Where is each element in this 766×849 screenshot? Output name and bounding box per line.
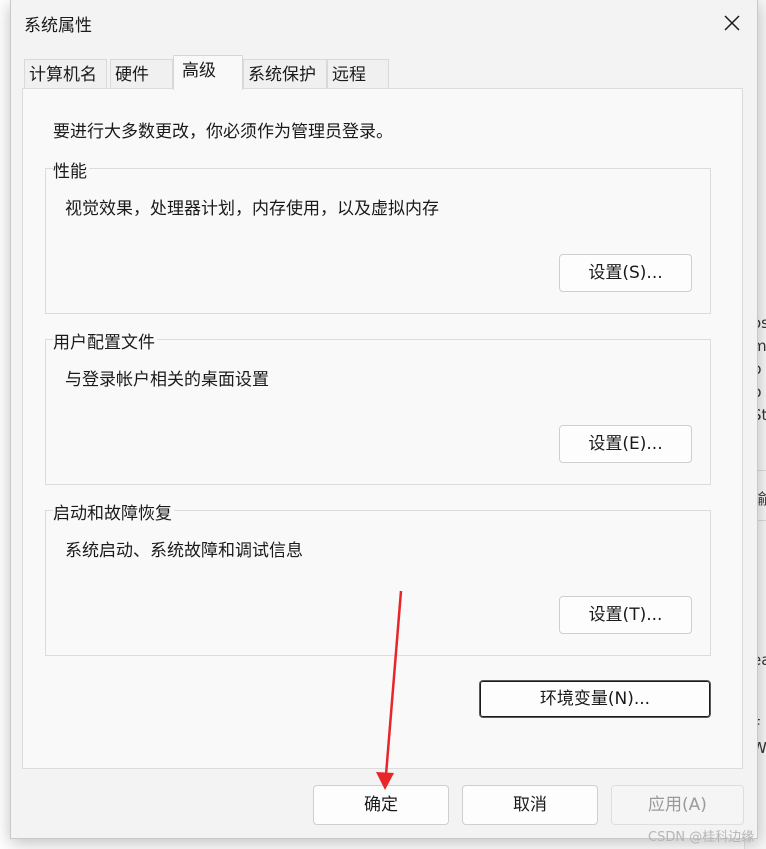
user-profiles-settings-button[interactable]: 设置(E)... bbox=[559, 425, 692, 463]
system-properties-dialog: 系统属性 计算机名 硬件 高级 系统保护 远程 要进行大多数更改，你必须作为管理… bbox=[10, 0, 758, 839]
tab-remote[interactable]: 远程 bbox=[327, 59, 389, 89]
dialog-title: 系统属性 bbox=[24, 16, 92, 36]
tab-system-protection[interactable]: 系统保护 bbox=[243, 59, 327, 89]
startup-recovery-settings-button[interactable]: 设置(T)... bbox=[559, 596, 692, 634]
watermark: CSDN @桂科边缘 bbox=[648, 830, 755, 845]
startup-recovery-description: 系统启动、系统故障和调试信息 bbox=[65, 541, 303, 561]
cancel-button[interactable]: 取消 bbox=[462, 785, 598, 825]
admin-note: 要进行大多数更改，你必须作为管理员登录。 bbox=[53, 122, 393, 142]
performance-group bbox=[45, 168, 711, 314]
performance-description: 视觉效果，处理器计划，内存使用，以及虚拟内存 bbox=[65, 199, 439, 219]
performance-settings-button[interactable]: 设置(S)... bbox=[559, 254, 692, 292]
performance-legend: 性能 bbox=[53, 157, 89, 182]
user-profiles-group bbox=[45, 339, 711, 485]
user-profiles-description: 与登录帐户相关的桌面设置 bbox=[65, 370, 269, 390]
environment-variables-button[interactable]: 环境变量(N)... bbox=[479, 680, 711, 718]
tab-computer-name[interactable]: 计算机名 bbox=[24, 59, 107, 89]
apply-button[interactable]: 应用(A) bbox=[611, 785, 744, 825]
tab-hardware[interactable]: 硬件 bbox=[110, 59, 173, 89]
startup-recovery-group bbox=[45, 510, 711, 656]
tab-advanced[interactable]: 高级 bbox=[173, 55, 243, 90]
close-icon bbox=[724, 15, 740, 31]
close-button[interactable] bbox=[711, 4, 753, 42]
user-profiles-legend: 用户配置文件 bbox=[53, 328, 157, 353]
startup-recovery-legend: 启动和故障恢复 bbox=[53, 499, 174, 524]
ok-button[interactable]: 确定 bbox=[313, 785, 449, 825]
